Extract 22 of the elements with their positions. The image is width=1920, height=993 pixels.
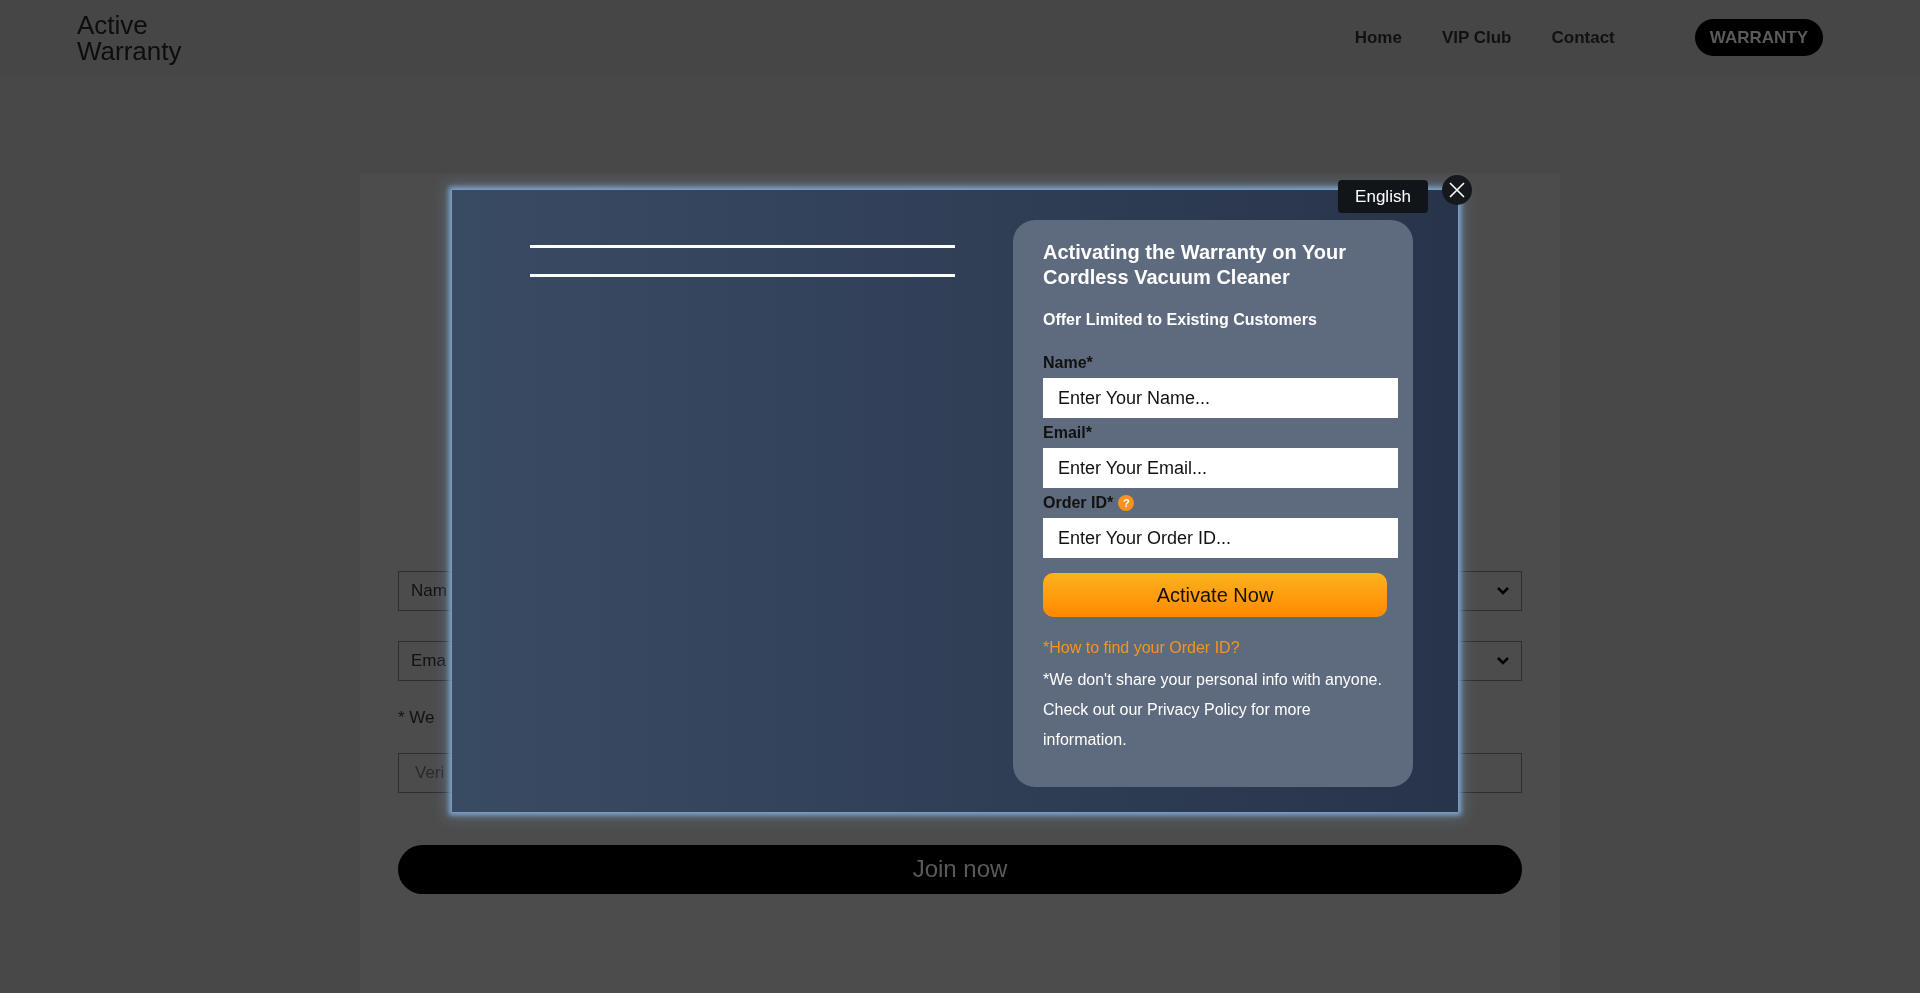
privacy-note: information. (1043, 730, 1128, 750)
help-icon[interactable]: ? (1118, 495, 1135, 511)
close-icon (1449, 182, 1465, 198)
field-label: Email* (1043, 423, 1092, 443)
text-input[interactable]: Enter Your Email... (1043, 448, 1398, 488)
activate-button[interactable]: Activate Now (1043, 573, 1387, 617)
chevron-down-icon (1497, 657, 1509, 665)
field-label: Order ID* (1043, 493, 1114, 513)
join-button[interactable]: Join now (398, 844, 1522, 894)
order-id-help-link[interactable]: *How to find your Order ID? (1043, 636, 1398, 660)
field-label: Name* (1043, 353, 1093, 373)
language-label[interactable]: English (1338, 180, 1428, 213)
chevron-down-icon (1497, 587, 1509, 595)
site-logo[interactable]: Active Warranty (77, 11, 182, 64)
text-input[interactable]: Enter Your Name... (1043, 378, 1398, 418)
form-title: Activating the Warranty on Your Cordless Vacuum Cleaner (1043, 240, 1347, 290)
form-subtitle: Offer Limited to Existing Customers (1043, 310, 1318, 330)
privacy-note: Check out our Privacy Policy for more (1043, 700, 1312, 720)
privacy-note: *We don't share your personal info with anyone. (1043, 670, 1383, 690)
warranty-button[interactable]: WARRANTY (1694, 18, 1823, 57)
text-input[interactable]: Enter Your Order ID... (1043, 518, 1398, 558)
privacy-note: * We (398, 707, 435, 729)
